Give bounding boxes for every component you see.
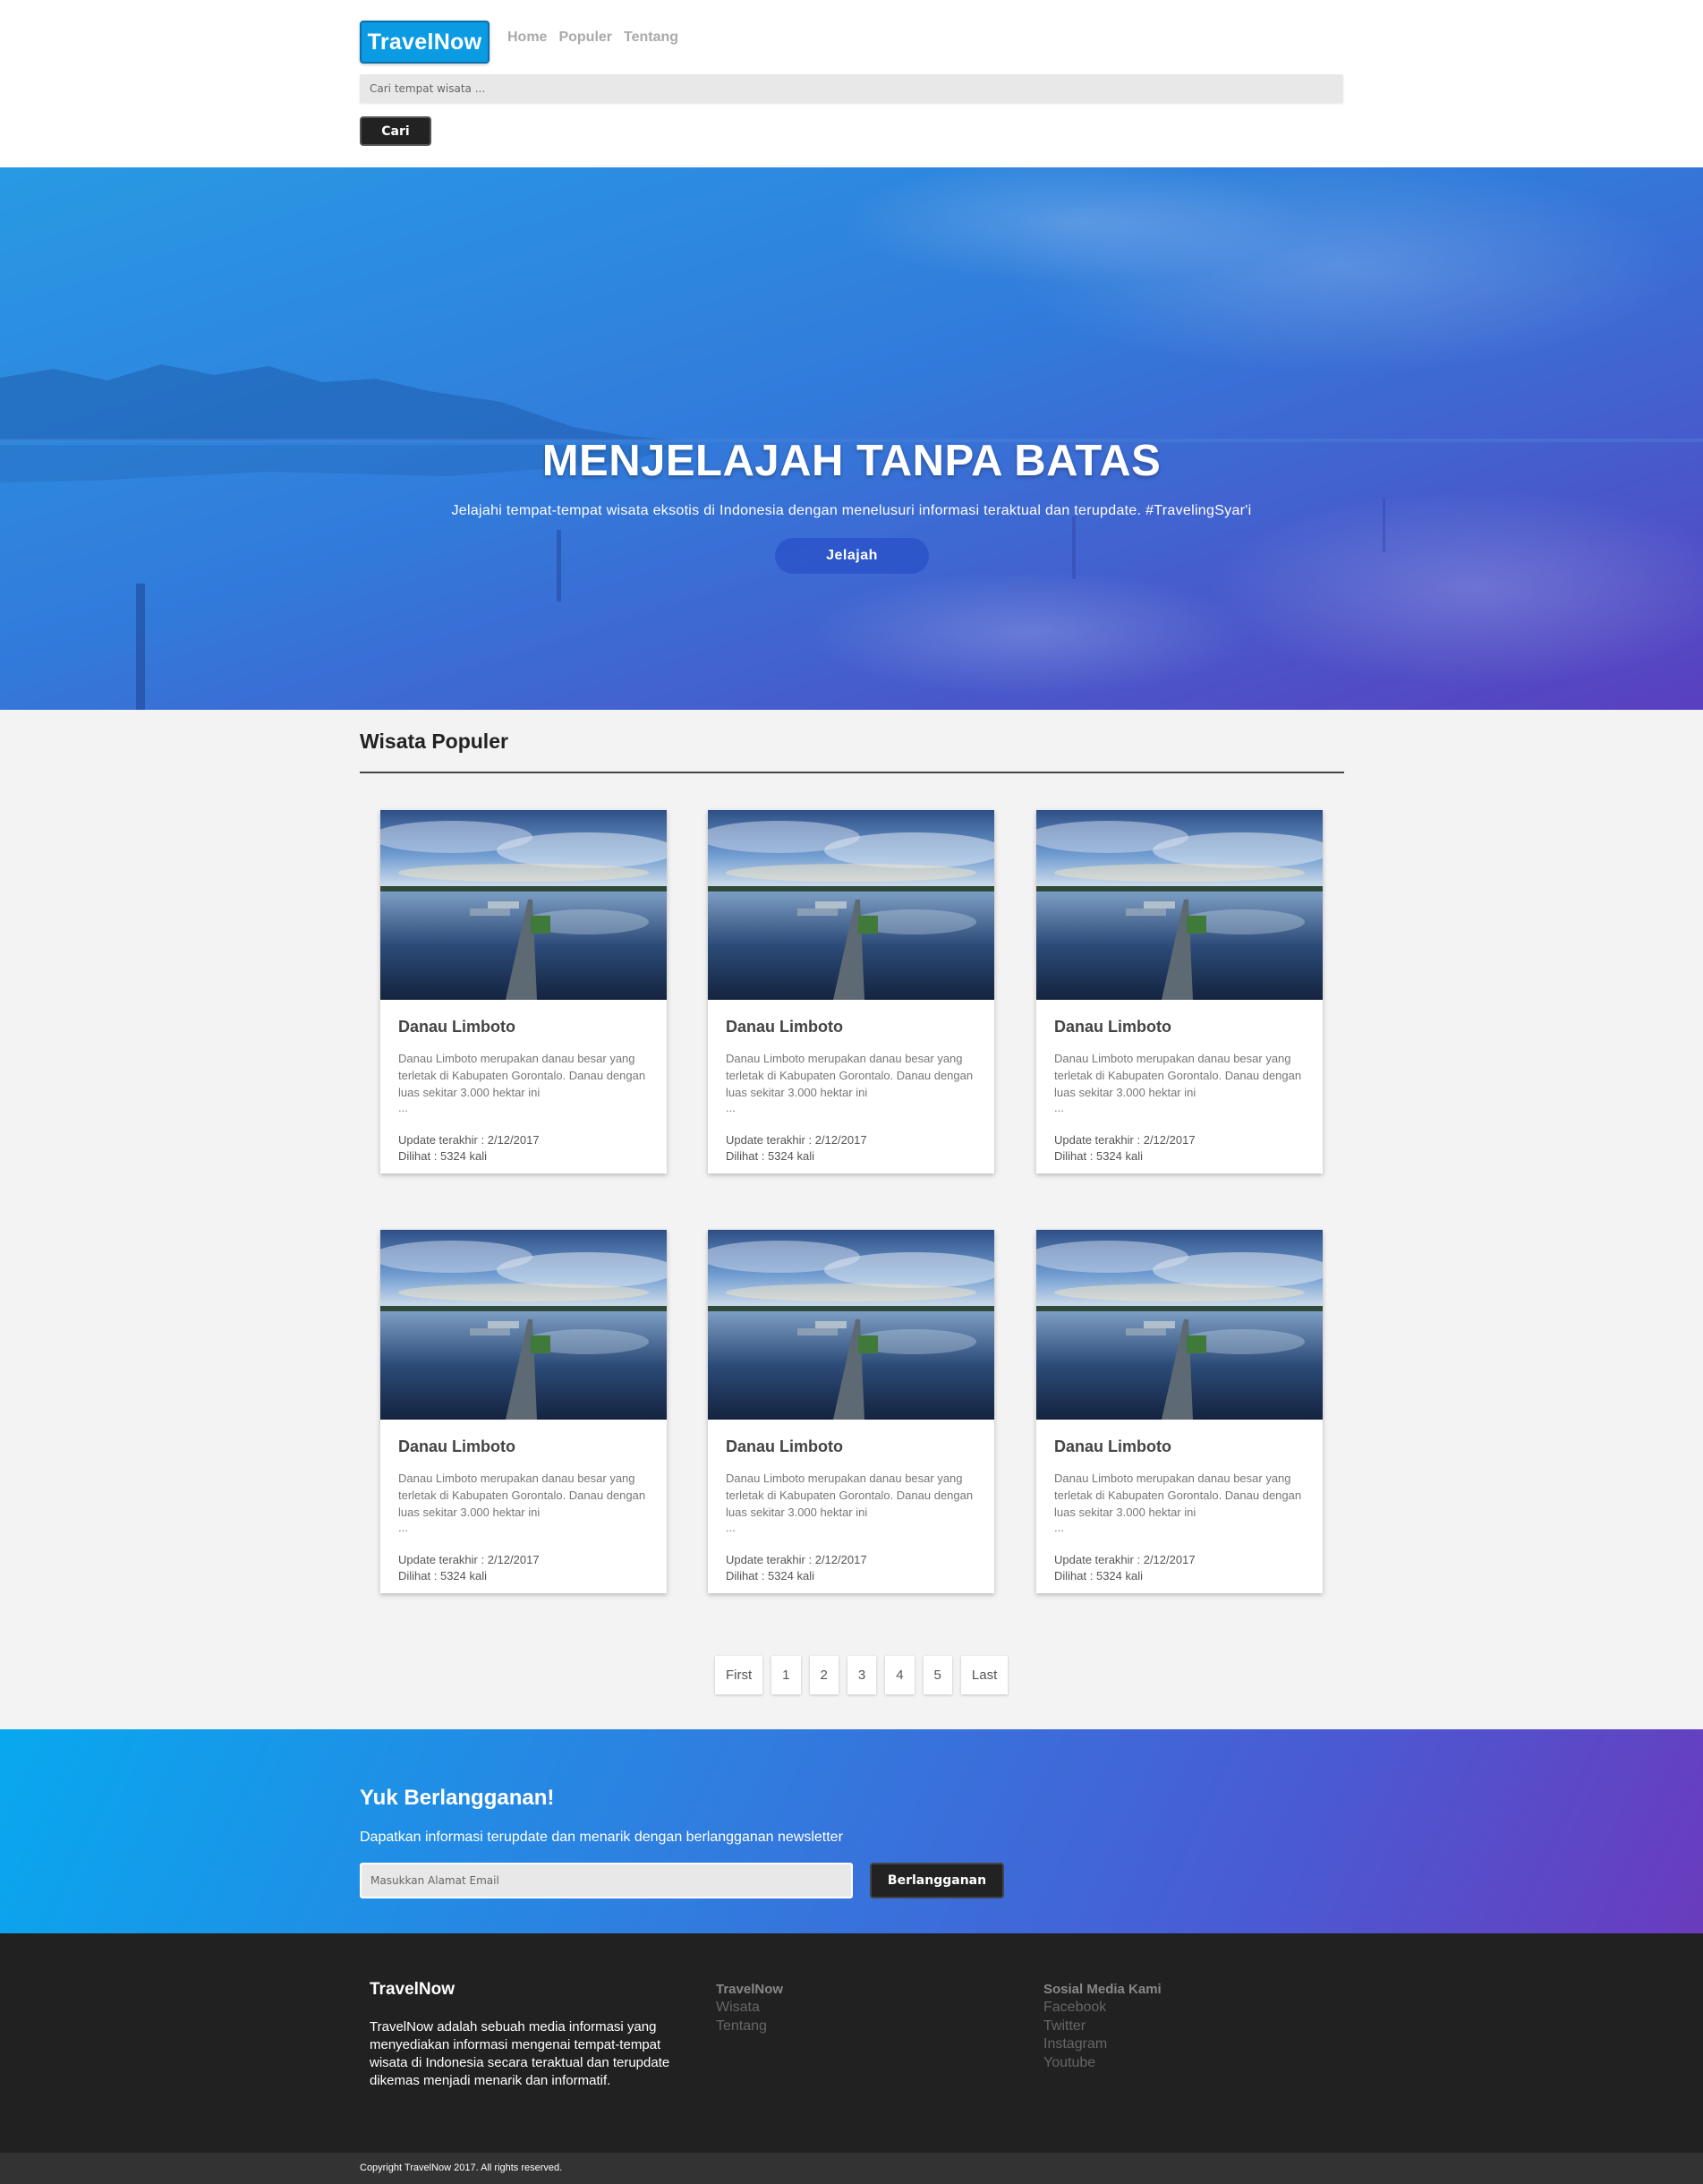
card-ellipsis: ... bbox=[398, 1521, 408, 1534]
card-description: Danau Limboto merupakan danau besar yang… bbox=[398, 1052, 646, 1099]
page-3[interactable]: 3 bbox=[847, 1656, 877, 1694]
newsletter-section: Yuk Berlangganan! Dapatkan informasi ter… bbox=[0, 1729, 1703, 1933]
lake-photo bbox=[380, 1230, 667, 1420]
card-views: Dilihat : 5324 kali bbox=[1054, 1569, 1143, 1583]
copyright-bar: Copyright TravelNow 2017. All rights res… bbox=[0, 2153, 1703, 2184]
social-link-instagram[interactable]: Instagram bbox=[1043, 2035, 1162, 2054]
card-description: Danau Limboto merupakan danau besar yang… bbox=[398, 1472, 646, 1519]
card-description: Danau Limboto merupakan danau besar yang… bbox=[1054, 1052, 1302, 1099]
card-meta: Update terakhir : 2/12/2017 Dilihat : 532… bbox=[726, 1132, 867, 1165]
lake-photo bbox=[1036, 1230, 1323, 1420]
page-first[interactable]: First bbox=[715, 1656, 763, 1694]
card-title[interactable]: Danau Limboto bbox=[1054, 1438, 1171, 1456]
card-title[interactable]: Danau Limboto bbox=[1054, 1018, 1171, 1037]
search-input[interactable] bbox=[360, 74, 1343, 103]
subscribe-button[interactable]: Berlangganan bbox=[870, 1863, 1004, 1898]
card-description: Danau Limboto merupakan danau besar yang… bbox=[1054, 1472, 1302, 1519]
card-views: Dilihat : 5324 kali bbox=[398, 1569, 487, 1583]
card-meta: Update terakhir : 2/12/2017 Dilihat : 532… bbox=[398, 1552, 540, 1584]
footer-about: TravelNow adalah sebuah media informasi … bbox=[370, 2019, 670, 2088]
nav-populer[interactable]: Populer bbox=[558, 30, 612, 46]
card-updated: Update terakhir : 2/12/2017 bbox=[398, 1553, 540, 1566]
footer-link-tentang[interactable]: Tentang bbox=[716, 2018, 783, 2036]
footer-social-heading: Sosial Media Kami bbox=[1043, 1982, 1162, 1997]
social-link-youtube[interactable]: Youtube bbox=[1043, 2054, 1162, 2073]
card-views: Dilihat : 5324 kali bbox=[726, 1569, 814, 1583]
card-title[interactable]: Danau Limboto bbox=[726, 1438, 843, 1456]
page-4[interactable]: 4 bbox=[885, 1656, 915, 1694]
card-updated: Update terakhir : 2/12/2017 bbox=[398, 1133, 540, 1147]
section-divider bbox=[360, 772, 1344, 773]
footer-link-wisata[interactable]: Wisata bbox=[716, 1999, 783, 2018]
lake-photo bbox=[380, 810, 667, 1000]
card-meta: Update terakhir : 2/12/2017 Dilihat : 532… bbox=[398, 1132, 540, 1165]
card-views: Dilihat : 5324 kali bbox=[398, 1149, 487, 1163]
card-updated: Update terakhir : 2/12/2017 bbox=[1054, 1133, 1196, 1147]
footer-links-heading[interactable]: TravelNow bbox=[716, 1981, 783, 1999]
card-title[interactable]: Danau Limboto bbox=[398, 1438, 515, 1456]
card-title[interactable]: Danau Limboto bbox=[726, 1018, 843, 1037]
footer-links: TravelNow Wisata Tentang bbox=[716, 1981, 783, 2035]
footer-social: Sosial Media Kami Facebook Twitter Insta… bbox=[1043, 1981, 1162, 2072]
destination-card[interactable]: Danau Limboto Danau Limboto merupakan dan… bbox=[380, 1230, 667, 1593]
explore-button[interactable]: Jelajah bbox=[775, 538, 929, 574]
email-field[interactable] bbox=[360, 1863, 853, 1898]
hero-subtitle: Jelajahi tempat-tempat wisata eksotis di… bbox=[451, 503, 1252, 518]
card-ellipsis: ... bbox=[398, 1101, 408, 1114]
card-meta: Update terakhir : 2/12/2017 Dilihat : 532… bbox=[1054, 1132, 1196, 1165]
lake-photo bbox=[708, 810, 994, 1000]
social-link-facebook[interactable]: Facebook bbox=[1043, 1999, 1162, 2018]
newsletter-title: Yuk Berlangganan! bbox=[360, 1786, 555, 1810]
card-ellipsis: ... bbox=[1054, 1101, 1064, 1114]
nav-tentang[interactable]: Tentang bbox=[624, 30, 678, 46]
page-last[interactable]: Last bbox=[960, 1656, 1009, 1694]
card-ellipsis: ... bbox=[726, 1521, 736, 1534]
social-link-twitter[interactable]: Twitter bbox=[1043, 2018, 1162, 2036]
main-nav: Home Populer Tentang bbox=[507, 30, 678, 46]
page-2[interactable]: 2 bbox=[809, 1656, 839, 1694]
card-updated: Update terakhir : 2/12/2017 bbox=[726, 1553, 867, 1566]
newsletter-subtitle: Dapatkan informasi terupdate dan menarik… bbox=[360, 1830, 843, 1845]
destination-card[interactable]: Danau Limboto Danau Limboto merupakan dan… bbox=[1036, 810, 1323, 1173]
hero-title: MENJELAJAH TANPA BATAS bbox=[541, 437, 1162, 485]
lake-photo bbox=[1036, 810, 1323, 1000]
pagination: First 1 2 3 4 5 Last bbox=[715, 1656, 1009, 1694]
section-title: Wisata Populer bbox=[360, 729, 508, 753]
card-ellipsis: ... bbox=[726, 1101, 736, 1114]
card-views: Dilihat : 5324 kali bbox=[1054, 1149, 1143, 1163]
nav-home[interactable]: Home bbox=[507, 30, 547, 46]
destination-card[interactable]: Danau Limboto Danau Limboto merupakan dan… bbox=[1036, 1230, 1323, 1593]
card-title[interactable]: Danau Limboto bbox=[398, 1018, 515, 1037]
card-description: Danau Limboto merupakan danau besar yang… bbox=[726, 1472, 974, 1519]
site-footer: TravelNow TravelNow adalah sebuah media … bbox=[0, 1933, 1703, 2153]
card-updated: Update terakhir : 2/12/2017 bbox=[726, 1133, 867, 1147]
page-1[interactable]: 1 bbox=[771, 1656, 801, 1694]
page-5[interactable]: 5 bbox=[923, 1656, 952, 1694]
search-button[interactable]: Cari bbox=[360, 116, 431, 146]
destination-card[interactable]: Danau Limboto Danau Limboto merupakan dan… bbox=[708, 810, 994, 1173]
lake-photo bbox=[708, 1230, 994, 1420]
card-meta: Update terakhir : 2/12/2017 Dilihat : 532… bbox=[726, 1552, 867, 1584]
card-views: Dilihat : 5324 kali bbox=[726, 1149, 814, 1163]
brand-logo[interactable]: TravelNow bbox=[360, 21, 490, 64]
card-ellipsis: ... bbox=[1054, 1521, 1064, 1534]
copyright-text: Copyright TravelNow 2017. All rights res… bbox=[360, 2163, 563, 2173]
card-description: Danau Limboto merupakan danau besar yang… bbox=[726, 1052, 974, 1099]
hero-banner: MENJELAJAH TANPA BATAS Jelajahi tempat-t… bbox=[0, 167, 1703, 710]
card-meta: Update terakhir : 2/12/2017 Dilihat : 532… bbox=[1054, 1552, 1196, 1584]
card-updated: Update terakhir : 2/12/2017 bbox=[1054, 1553, 1196, 1566]
destination-card[interactable]: Danau Limboto Danau Limboto merupakan dan… bbox=[380, 810, 667, 1173]
destination-card[interactable]: Danau Limboto Danau Limboto merupakan dan… bbox=[708, 1230, 994, 1593]
footer-brand: TravelNow bbox=[370, 1980, 456, 1999]
site-header: TravelNow Home Populer Tentang Cari bbox=[0, 0, 1703, 167]
